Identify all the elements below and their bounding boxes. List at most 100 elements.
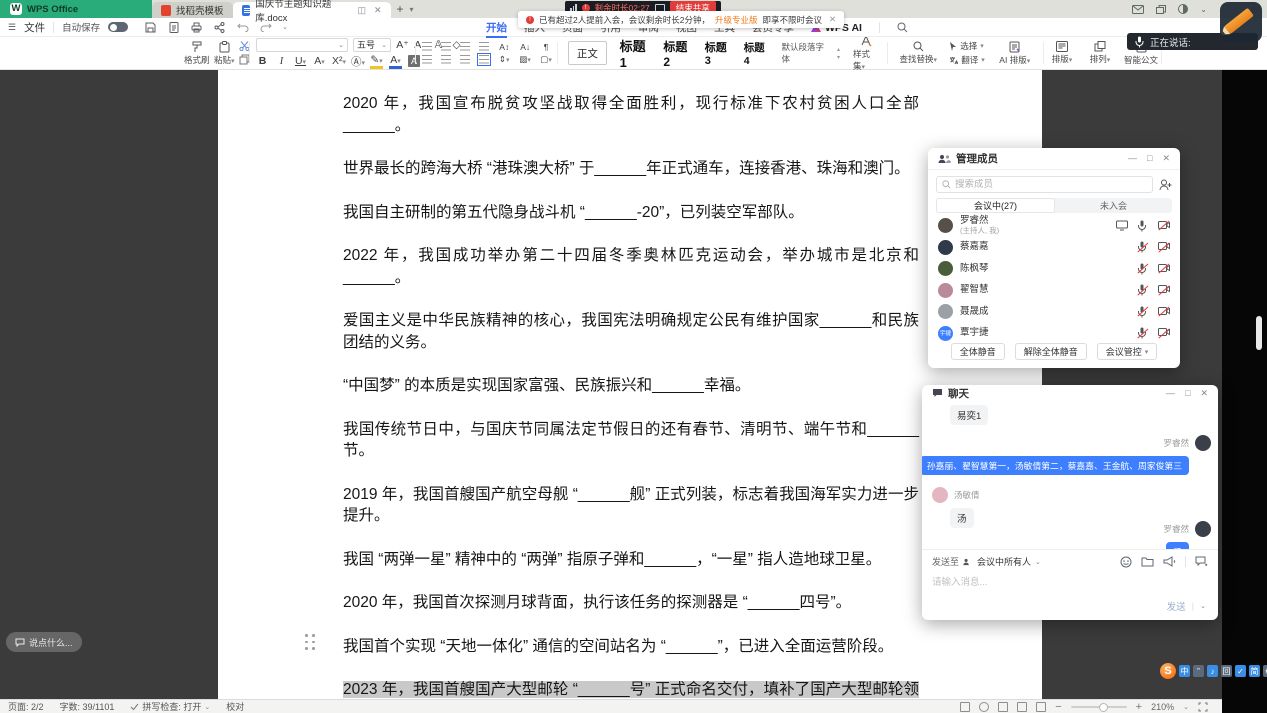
camera-off-icon[interactable] [1158,263,1170,275]
style-heading3[interactable]: 标题 3 [705,39,731,67]
audience-selector[interactable]: 会议中所有人 [977,555,1031,568]
audience-chevron-icon[interactable]: ⌄ [1035,558,1041,566]
chat-settings-icon[interactable] [1195,556,1208,567]
align-left-icon[interactable] [422,55,432,64]
paragraph[interactable]: 我国 “两弹一星” 精神中的 “两弹” 指原子弹和______，“一星” 指人造… [343,549,919,571]
export-pdf-icon[interactable] [167,21,180,34]
ime-board-icon[interactable]: 回 [1221,665,1232,677]
font-color-button[interactable]: A▾ [389,54,402,69]
mic-off-icon[interactable] [1137,241,1149,253]
justify-icon[interactable] [479,55,489,64]
select-button[interactable]: 选择▾ [949,40,985,52]
shading-icon[interactable]: ▨▾ [519,54,531,65]
camera-off-icon[interactable] [1158,284,1170,296]
member-search-box[interactable] [936,176,1153,193]
line-spacing-icon[interactable]: ⇕▾ [498,54,510,65]
paragraph[interactable]: 2019 年，我国首艘国产航空母舰 “______舰” 正式列装，标志着我国海军… [343,484,919,527]
show-marks-icon[interactable]: ¶ [540,42,552,52]
ime-voice-icon[interactable]: ♪ [1207,665,1218,677]
ime-check-icon[interactable]: ✓ [1235,665,1246,677]
format-painter-button[interactable]: 格式刷 [184,41,210,66]
member-search-input[interactable] [955,179,1147,190]
find-replace-button[interactable]: 查找替换▾ [898,41,938,65]
paragraph[interactable]: 世界最长的跨海大桥 “港珠澳大桥” 于______年正式通车，连接香港、珠海和澳… [343,158,919,180]
notice-close-icon[interactable]: ✕ [829,14,836,25]
close-icon[interactable]: ✕ [1162,153,1170,164]
paragraph[interactable]: 2020 年，我国宣布脱贫攻坚战取得全面胜利，现行标准下农村贫困人口全部____… [343,93,919,136]
highlight-color-button[interactable]: ✎▾ [370,54,383,69]
style-heading1[interactable]: 标题 1 [620,36,651,70]
undo-icon[interactable] [236,21,249,34]
send-options-chevron-icon[interactable]: ⌄ [1200,602,1206,610]
more-chevron-icon[interactable]: ⌄ [282,23,288,31]
mic-on-icon[interactable] [1137,220,1149,232]
zoom-slider[interactable] [1071,706,1127,708]
tab-templates[interactable]: 找稻壳模板 [152,2,233,18]
zoom-in-icon[interactable]: + [1136,701,1142,713]
sort-icon[interactable]: A↓ [519,42,531,52]
cut-icon[interactable] [239,41,250,51]
comment-pill[interactable]: 说点什么... [6,632,82,652]
file-menu[interactable]: 文件 [24,20,45,35]
zoom-out-icon[interactable]: − [1055,701,1061,713]
close-tab-icon[interactable]: ✕ [374,5,382,16]
style-heading4[interactable]: 标题 4 [744,40,769,67]
bullet-list-icon[interactable] [422,42,432,51]
maximize-icon[interactable]: □ [1147,153,1152,164]
mail-icon[interactable] [1132,5,1144,14]
paragraph[interactable]: 2020 年，我国首次探测月球背面，执行该任务的探测器是 “______四号”。 [343,592,919,614]
mic-off-icon[interactable] [1137,263,1149,275]
styles-scroll-arrows[interactable]: ▴▾ [837,46,840,61]
page-view-icon[interactable] [998,702,1008,712]
ime-lang-icon[interactable]: 中 [1179,665,1190,677]
mic-off-icon[interactable] [1137,327,1149,339]
paragraph[interactable]: 我国首个实现 “天地一体化” 通信的空间站名为 “______”，已进入全面运营… [343,636,919,658]
zoom-level[interactable]: 210% [1151,702,1174,712]
tab-in-meeting[interactable]: 会议中(27) [936,198,1055,213]
char-border-icon[interactable]: A▾ [313,55,326,67]
ime-punct-icon[interactable]: ” [1193,665,1204,677]
member-row[interactable]: 陈枫琴 [928,258,1180,280]
align-right-icon[interactable] [460,55,470,64]
camera-off-icon[interactable] [1158,327,1170,339]
camera-off-icon[interactable] [1158,241,1170,253]
paragraph[interactable]: 我国自主研制的第五代隐身战斗机 “______-20”，已列装空军部队。 [343,202,919,224]
ime-logo-icon[interactable]: S [1160,663,1176,679]
mute-all-button[interactable]: 全体静音 [951,343,1005,360]
send-button[interactable]: 发送 [1167,599,1186,613]
copy-icon[interactable] [239,54,250,65]
paste-button[interactable]: 粘贴▾ [212,41,238,66]
ribbon-tab-home[interactable]: 开始 [486,20,507,35]
underline-button[interactable]: U▾ [294,55,307,67]
bold-button[interactable]: B [256,55,269,67]
style-heading2[interactable]: 标题 2 [663,38,691,69]
search-icon[interactable] [897,22,908,33]
phonetic-guide-icon[interactable]: Ⓐ▾ [351,54,364,69]
border-icon[interactable]: ▢▾ [540,54,552,65]
camera-off-icon[interactable] [1158,220,1170,232]
autosave-toggle[interactable] [108,22,128,32]
document-text[interactable]: 2020 年，我国宣布脱贫攻坚战取得全面胜利，现行标准下农村贫困人口全部____… [343,93,919,713]
collapse-chevron-icon[interactable]: ⌄ [1200,5,1207,14]
close-icon[interactable]: ✕ [1200,388,1208,399]
maximize-icon[interactable]: □ [1185,388,1190,399]
new-tab-button[interactable]: + [391,0,410,18]
arrange-button[interactable]: 排列▾ [1085,41,1115,65]
chat-messages[interactable]: 易奕1 罗睿然 孙嘉丽、翟智慧第一，汤敏倩第二，蔡嘉嘉、王金航、周家俊第三 汤敏… [922,401,1218,549]
member-row[interactable]: 蔡嘉嘉 [928,237,1180,259]
member-row[interactable]: 翟智慧 [928,280,1180,302]
proofread-button[interactable]: 校对 [226,700,244,713]
increase-font-icon[interactable]: A⁺ [396,39,409,51]
unmute-all-button[interactable]: 解除全体静音 [1015,343,1087,360]
tab-document[interactable]: 国庆节主题知识题库.docx ◫ ✕ [233,2,391,18]
paragraph[interactable]: 我国传统节日中，与国庆节同属法定节假日的还有春节、清明节、端午节和______节… [343,419,919,462]
minimize-icon[interactable]: — [1166,388,1175,399]
ai-layout-button[interactable]: AI 排版▾ [996,41,1034,66]
minimize-icon[interactable]: — [1128,153,1137,164]
fullscreen-icon[interactable] [1198,702,1208,712]
translate-button[interactable]: 翻译▾ [949,54,985,66]
decrease-indent-icon[interactable] [460,42,470,51]
theme-icon[interactable] [1178,4,1188,14]
paragraph[interactable]: “中国梦” 的本质是实现国家富强、民族振兴和______幸福。 [343,375,919,397]
mic-off-icon[interactable] [1137,306,1149,318]
